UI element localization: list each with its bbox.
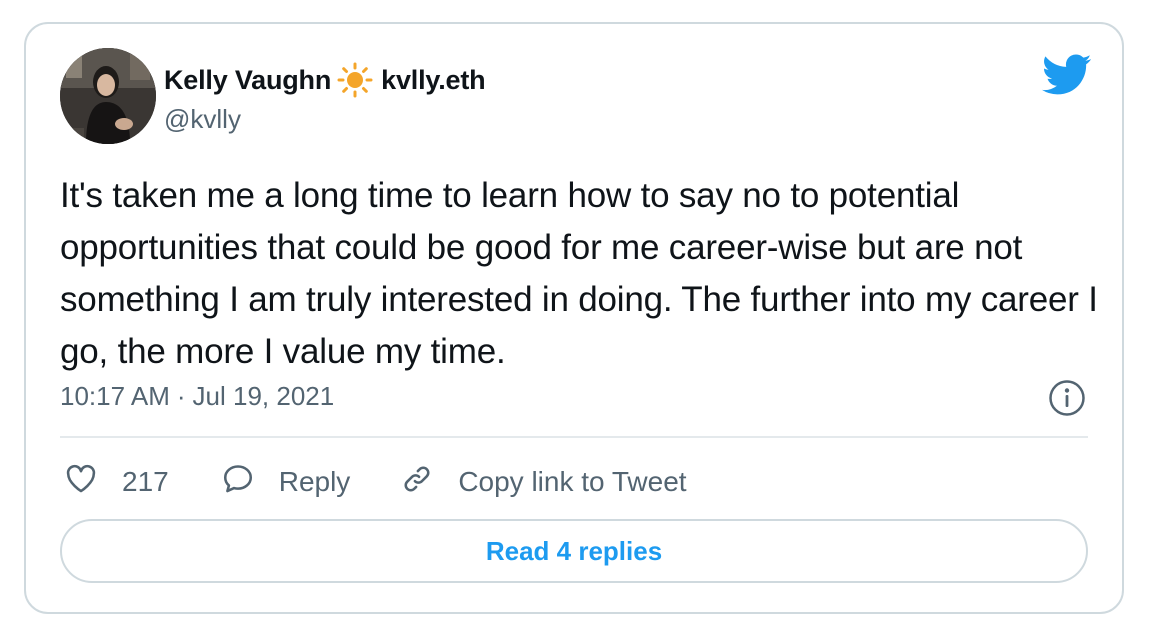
copy-link-label[interactable]: Copy link to Tweet [458,466,686,498]
tweet-text: It's taken me a long time to learn how t… [60,176,1098,371]
link-icon[interactable] [400,462,434,503]
author-name-row[interactable]: Kelly Vaughn kvlly.eth [164,62,486,98]
read-replies-button[interactable]: Read 4 replies [60,519,1088,583]
author-name-suffix[interactable]: kvlly.eth [381,65,485,96]
read-replies-label[interactable]: Read 4 replies [486,536,662,567]
like-count[interactable]: 217 [122,466,169,498]
tweet-time[interactable]: 10:17 AM [60,381,170,412]
reply-button[interactable]: Reply [221,462,351,503]
divider [60,436,1088,438]
avatar-photo [60,48,156,144]
timestamp-separator: · [176,381,186,411]
info-icon[interactable] [1048,379,1086,417]
heart-icon[interactable] [64,462,98,503]
author-display-name[interactable]: Kelly Vaughn [164,65,331,96]
tweet-timestamp[interactable]: 10:17 AM · Jul 19, 2021 [60,381,334,412]
speech-bubble-icon[interactable] [221,462,255,503]
reply-label[interactable]: Reply [279,466,351,498]
like-button[interactable]: 217 [64,462,169,503]
action-bar: 217 Reply Copy link to Tweet [64,460,687,504]
sun-emoji-icon [337,62,373,98]
tweet-card: Kelly Vaughn kvlly.eth @kvlly It's taken… [24,22,1124,614]
twitter-bird-icon[interactable] [1042,54,1092,96]
copy-link-button[interactable]: Copy link to Tweet [400,462,687,503]
avatar[interactable] [60,48,156,144]
tweet-date[interactable]: Jul 19, 2021 [193,381,335,412]
author-handle[interactable]: @kvlly [164,104,241,135]
